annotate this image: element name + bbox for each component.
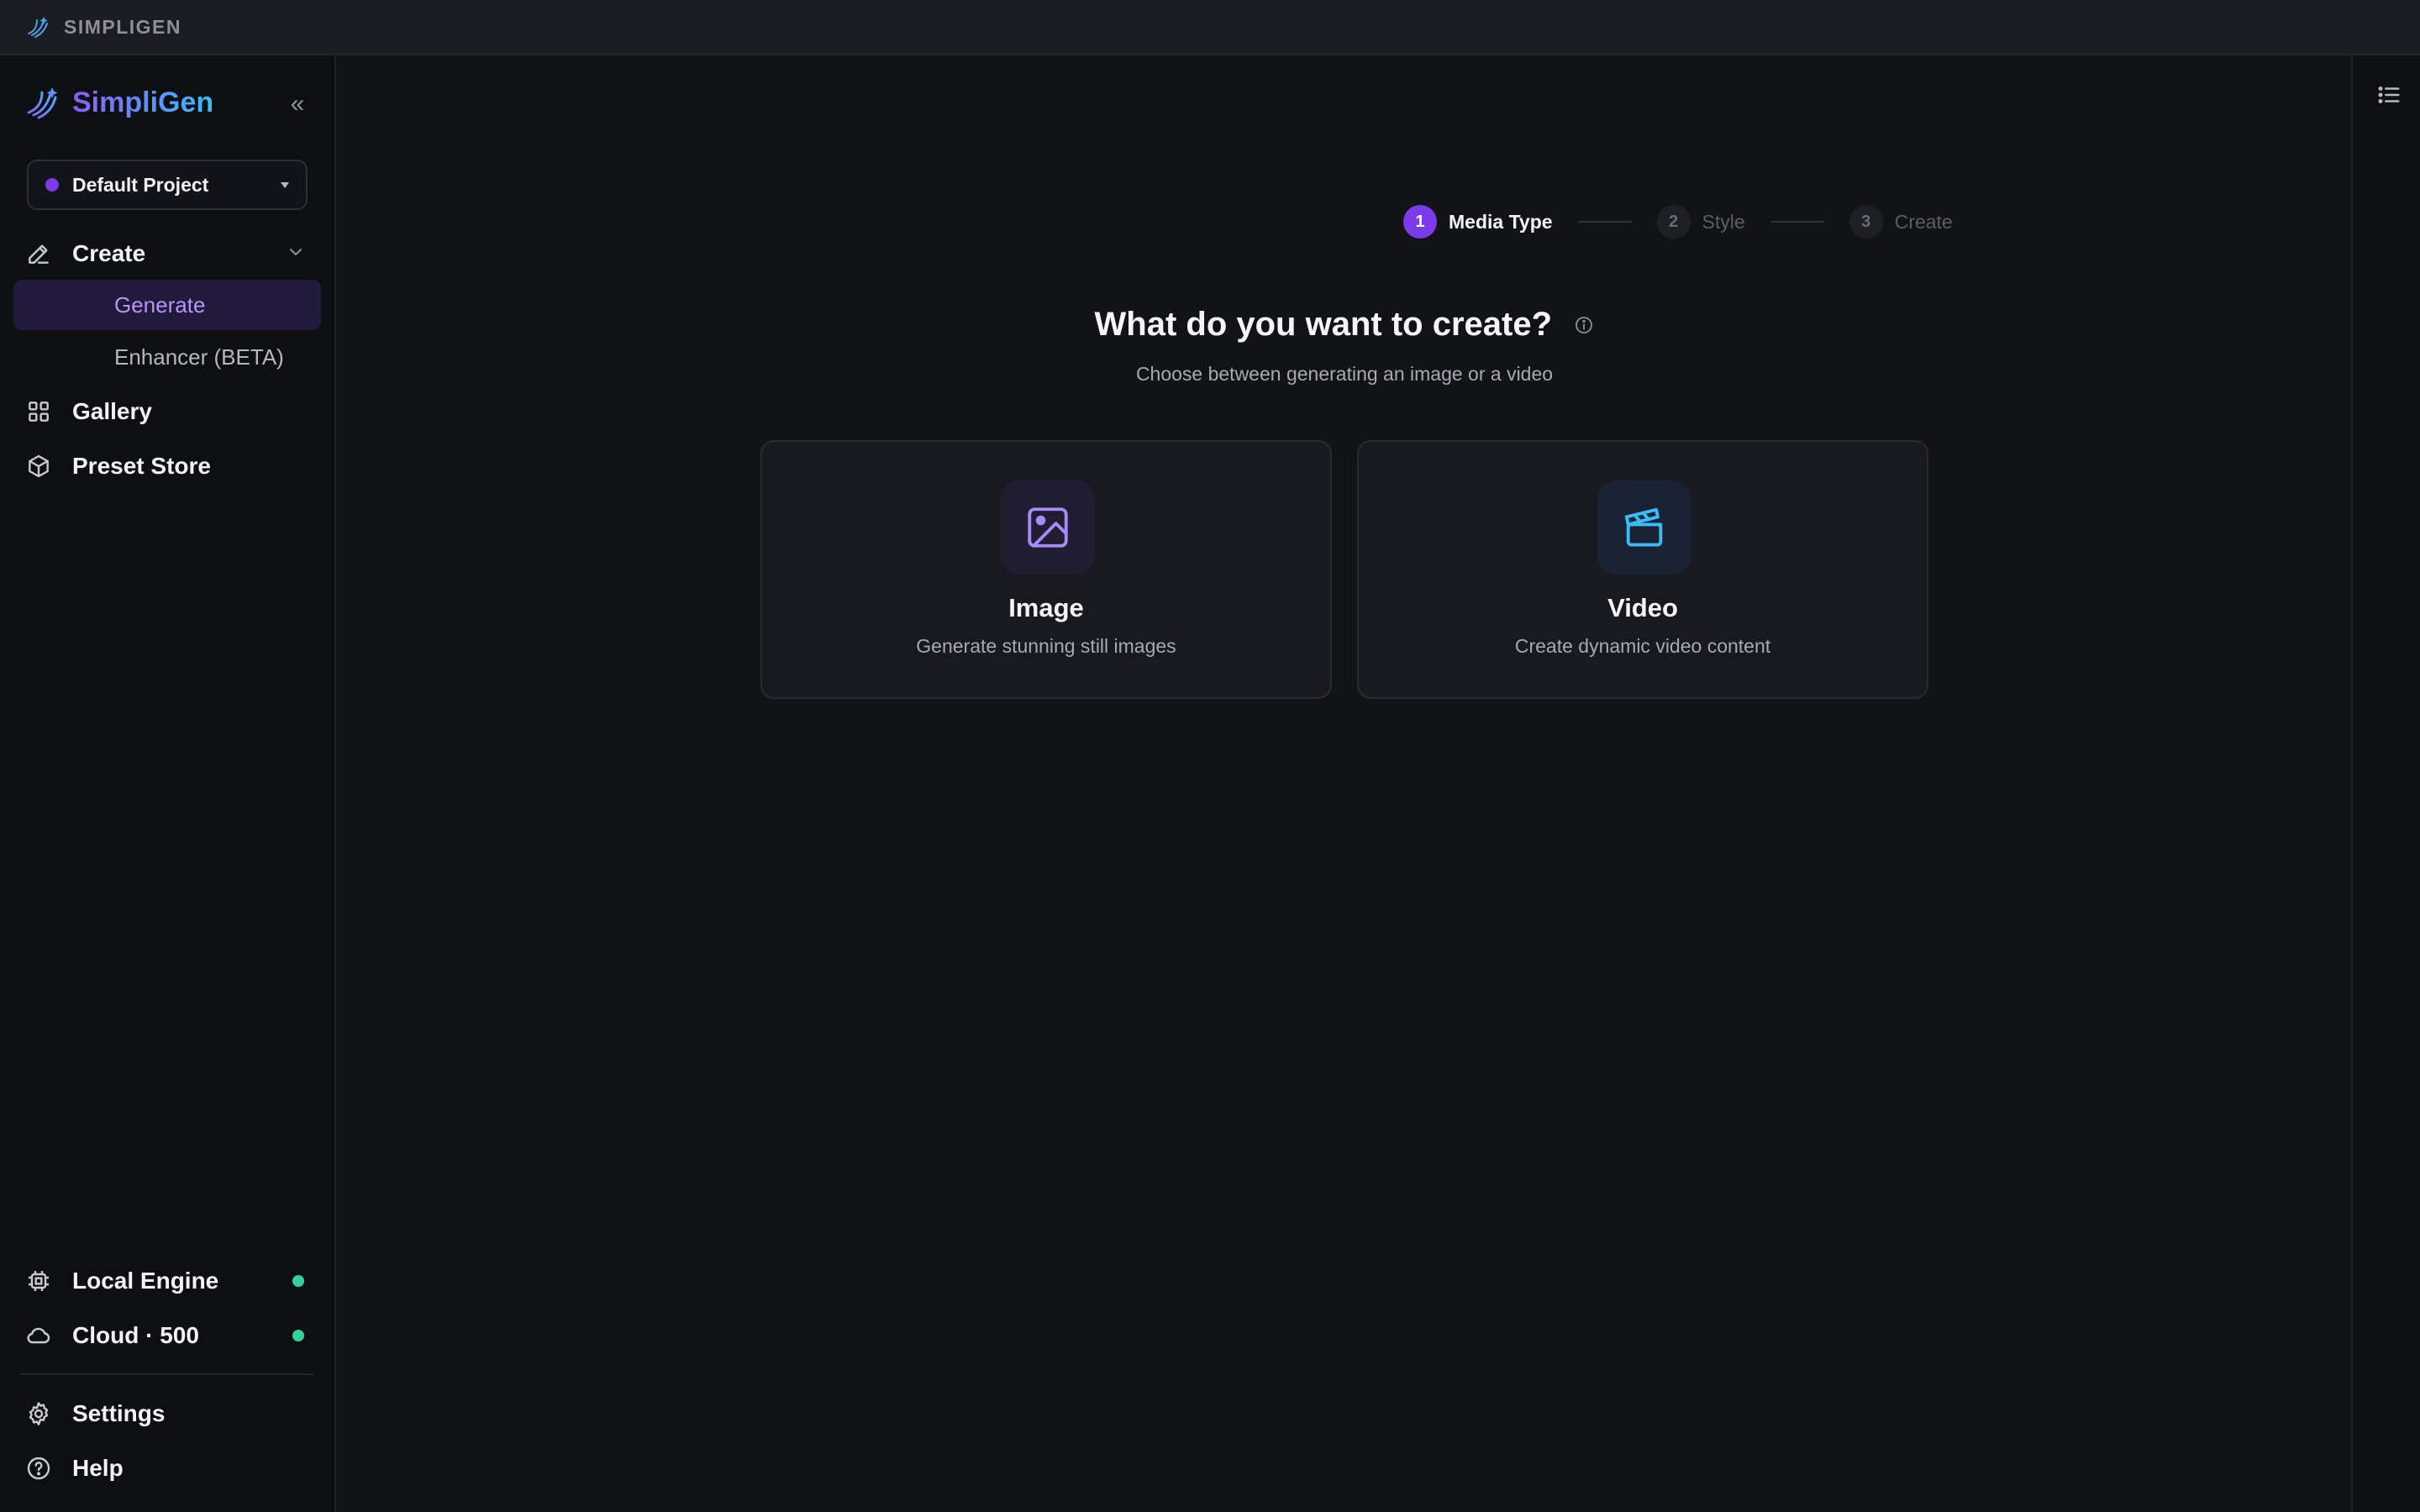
step-3-label: Create: [1894, 210, 1953, 233]
nav-cloud-label: Cloud · 500: [72, 1322, 199, 1348]
project-color-dot: [45, 178, 59, 192]
nav-local-engine-label: Local Engine: [72, 1268, 219, 1294]
brand-logo-icon: [27, 87, 58, 119]
pencil-icon: [29, 244, 49, 264]
caret-down-icon: [281, 181, 289, 188]
brand-name: SimpliGen: [72, 86, 214, 118]
page-title: What do you want to create?: [1094, 306, 1553, 343]
list-icon[interactable]: [2376, 82, 2402, 108]
cloud-icon: [27, 1327, 50, 1344]
chevron-down-icon[interactable]: [286, 242, 306, 262]
nav-help[interactable]: Help: [25, 1447, 124, 1489]
nav-cloud[interactable]: Cloud · 500: [25, 1315, 199, 1357]
cloud-status-dot: [292, 1330, 304, 1341]
project-selector[interactable]: Default Project: [27, 160, 308, 210]
step-1-label[interactable]: Media Type: [1449, 211, 1553, 234]
sidebar: SimpliGen « Default Project Create Gener…: [0, 55, 336, 1512]
nav-create[interactable]: Create: [25, 233, 145, 275]
app-name: SIMPLIGEN: [64, 15, 182, 38]
media-card-image-desc: Generate stunning still images: [916, 635, 1176, 657]
media-card-video-title: Video: [1607, 593, 1678, 622]
collapse-sidebar-button[interactable]: «: [286, 89, 309, 119]
nav-settings-label: Settings: [72, 1400, 166, 1426]
title-bar: SIMPLIGEN: [0, 0, 2420, 55]
main-content: 1 Media Type 2 Style 3 Create What do yo…: [336, 55, 2353, 1512]
chip-icon: [29, 1271, 49, 1291]
help-circle-icon: [27, 1457, 50, 1480]
image-icon: [1028, 507, 1068, 548]
media-card-video-desc: Create dynamic video content: [1514, 635, 1771, 657]
video-icon-wrap: [1597, 480, 1691, 575]
media-card-video[interactable]: Video Create dynamic video content: [1357, 440, 1928, 699]
nav-create-label: Create: [72, 240, 146, 266]
nav-preset-store-label: Preset Store: [72, 453, 211, 479]
nav-settings[interactable]: Settings: [25, 1393, 165, 1435]
nav-local-engine[interactable]: Local Engine: [25, 1260, 218, 1302]
sidebar-divider: [20, 1373, 314, 1375]
step-1-circle[interactable]: 1: [1403, 205, 1437, 239]
media-card-image-title: Image: [1008, 593, 1084, 622]
step-2-circle: 2: [1656, 205, 1691, 239]
clapperboard-icon: [1624, 507, 1663, 547]
step-connector: [1577, 221, 1632, 223]
project-name: Default Project: [72, 173, 209, 196]
step-2-label: Style: [1702, 210, 1745, 233]
info-icon[interactable]: [1574, 315, 1594, 335]
image-icon-wrap: [1001, 480, 1095, 575]
grid-icon: [29, 402, 49, 422]
stepper: 1 Media Type 2 Style 3 Create: [1403, 203, 1953, 240]
brand[interactable]: SimpliGen: [25, 84, 213, 121]
media-card-image[interactable]: Image Generate stunning still images: [760, 440, 1332, 699]
box-icon: [29, 454, 49, 478]
step-3-circle: 3: [1849, 205, 1883, 239]
gear-icon: [29, 1402, 49, 1425]
heading-row: What do you want to create?: [0, 306, 2420, 344]
local-engine-status-dot: [292, 1275, 304, 1287]
nav-gallery-label: Gallery: [72, 398, 152, 424]
page-subtitle: Choose between generating an image or a …: [1135, 363, 1554, 385]
logo-icon: [28, 17, 48, 38]
right-rail: [2351, 55, 2420, 1512]
nav-help-label: Help: [72, 1455, 124, 1481]
nav-preset-store[interactable]: Preset Store: [25, 445, 211, 487]
nav-gallery[interactable]: Gallery: [25, 391, 152, 433]
step-connector: [1770, 221, 1824, 223]
